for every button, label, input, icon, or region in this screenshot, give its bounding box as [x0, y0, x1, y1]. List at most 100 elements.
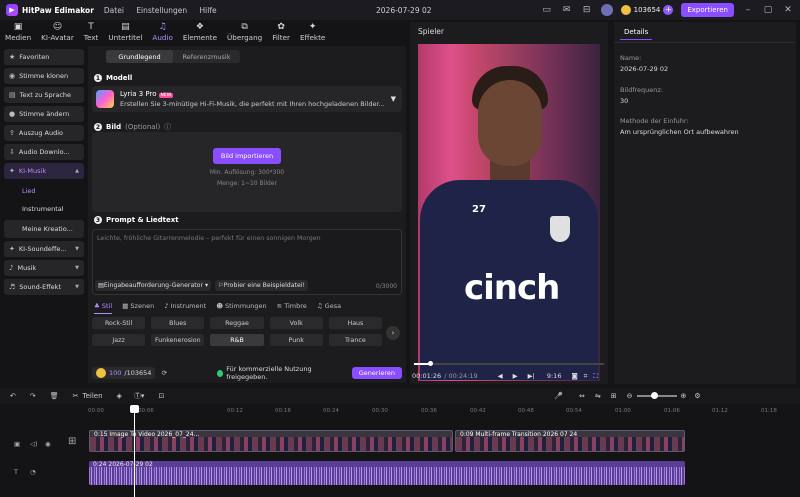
sidebar-item-tts[interactable]: ▤ Text zu Sprache — [4, 87, 84, 103]
cat-style[interactable]: ♣ Stil — [94, 302, 113, 314]
play-icon[interactable]: ▶ — [513, 372, 518, 380]
example-button[interactable]: ⚐Probier eine Beispieldatei! — [215, 280, 308, 291]
zoom-out-icon[interactable]: ⊖ — [627, 392, 633, 400]
video-clip[interactable]: 0:09 Multi-frame Transition 2026 07 24 — [455, 430, 685, 452]
link-icon[interactable]: ⇋ — [595, 392, 601, 400]
sidebar-item-music[interactable]: ♪ Musik ▼ — [4, 260, 84, 276]
tag-button[interactable]: Punk — [269, 334, 323, 346]
prompt-input[interactable]: Leichte, fröhliche Gitarrenmelodie – per… — [92, 229, 402, 295]
refresh-icon[interactable]: ⟳ — [161, 369, 166, 377]
split-icon[interactable]: ✂ — [73, 392, 79, 400]
sidebar-item-sound-effect[interactable]: ♬ Sound-Effekt ▼ — [4, 279, 84, 295]
tool-text[interactable]: T Text — [79, 20, 104, 44]
cat-scenes[interactable]: ▦ Szenen — [122, 302, 154, 314]
generate-button[interactable]: Generieren — [351, 367, 402, 379]
avatar[interactable] — [600, 4, 613, 16]
undo-icon[interactable]: ↶ — [10, 392, 16, 400]
maximize-icon[interactable]: ▢ — [762, 4, 774, 16]
split-button[interactable]: Teilen — [83, 392, 103, 400]
redo-icon[interactable]: ↷ — [30, 392, 36, 400]
feedback-icon[interactable]: ✉ — [561, 4, 573, 16]
tool-effects[interactable]: ✦ Effekte — [295, 20, 330, 44]
tab-details[interactable]: Details — [620, 25, 653, 40]
mute-icon[interactable]: ◁) — [30, 440, 38, 448]
tag-button[interactable]: Trance — [328, 334, 382, 346]
cat-moods[interactable]: ☻ Stimmungen — [216, 302, 266, 314]
audio-clip[interactable]: 0:24 2026-07-29 02 — [89, 461, 685, 485]
crop-icon[interactable]: ⌗ — [584, 372, 588, 381]
image-drop-zone[interactable]: Bild importieren Min. Auflösung: 300*300… — [92, 132, 402, 212]
sidebar-sub-instrumental[interactable]: Instrumental — [4, 200, 84, 218]
next-frame-icon[interactable]: ▶| — [528, 372, 535, 380]
video-clip[interactable]: 0:15 Image To Video 2026_07_24... — [89, 430, 453, 452]
tool-subtitle[interactable]: ▤ Untertitel — [103, 20, 147, 44]
timeline-ruler[interactable]: 00:00 00:06 00:12 00:18 00:24 00:30 00:3… — [88, 406, 800, 418]
tab-basic[interactable]: Grundlegend — [106, 50, 173, 63]
aspect-ratio-select[interactable]: 9:16 — [547, 372, 562, 380]
tag-button[interactable]: Reggae — [210, 317, 264, 329]
eye-icon[interactable]: ◉ — [45, 440, 51, 448]
monitor-icon[interactable]: ▭ — [541, 4, 553, 16]
tab-reference-music[interactable]: Referenzmusik — [173, 50, 240, 63]
model-selector[interactable]: Lyria 3 Pro NEW Erstellen Sie 3-minütige … — [92, 86, 402, 112]
chevron-right-icon[interactable]: › — [386, 326, 400, 340]
cat-instrument[interactable]: ♪ Instrument — [164, 302, 206, 314]
sidebar-item-extract-audio[interactable]: ⇪ Auszug Audio — [4, 125, 84, 141]
import-image-button[interactable]: Bild importieren — [212, 148, 282, 164]
tool-media[interactable]: ▣ Medien — [0, 20, 36, 44]
mask-icon[interactable]: ◈ — [117, 392, 122, 400]
tag-button[interactable]: Jazz — [92, 334, 146, 346]
snap-icon[interactable]: ⇔ — [579, 392, 585, 400]
sidebar-item-voice-clone[interactable]: ◉ Stimme klonen — [4, 68, 84, 84]
zoom-slider[interactable] — [636, 392, 677, 399]
text-tool-icon[interactable]: Ⓣ▾ — [134, 391, 145, 401]
sidebar-my-creations[interactable]: Meine Kreatio... — [4, 220, 84, 238]
tag-button[interactable]: Funkenerosion — [151, 334, 205, 346]
cat-vocals[interactable]: ♫ Gesa — [317, 302, 341, 314]
chevron-down-icon[interactable]: ▼ — [391, 95, 396, 103]
cat-timbre[interactable]: ≋ Timbre — [277, 302, 307, 314]
crop-tool-icon[interactable]: ⊡ — [158, 392, 164, 400]
mic-icon[interactable]: 🎤 — [554, 392, 563, 400]
fullscreen-icon[interactable]: ⛶ — [593, 372, 598, 381]
tag-button[interactable]: Haus — [328, 317, 382, 329]
zoom-handle[interactable] — [650, 392, 658, 399]
lock-icon[interactable]: ◔ — [30, 468, 36, 476]
tool-ai-avatar[interactable]: ☺ KI-Avatar — [36, 20, 79, 44]
playhead-handle[interactable] — [130, 405, 139, 413]
export-button[interactable]: Exportieren — [681, 3, 734, 17]
playhead[interactable] — [134, 406, 135, 497]
sidebar-item-ai-music[interactable]: ✦ KI-Musik ▲ — [4, 163, 84, 179]
tag-button[interactable]: Blues — [151, 317, 205, 329]
menu-settings[interactable]: Einstellungen — [136, 6, 187, 15]
close-icon[interactable]: ✕ — [782, 4, 794, 16]
cart-icon[interactable]: ⊟ — [581, 4, 593, 16]
video-preview[interactable]: 27 cinch — [418, 44, 600, 381]
prev-frame-icon[interactable]: ◀ — [498, 372, 503, 380]
sidebar-item-voice-change[interactable]: ● Stimme ändern — [4, 106, 84, 122]
add-media-icon[interactable]: ⊞ — [68, 436, 76, 447]
scrubber-handle[interactable] — [428, 361, 433, 366]
prompt-generator-button[interactable]: ▤Eingabeaufforderung-Generator ▾ — [95, 280, 212, 291]
playback-scrubber[interactable] — [414, 361, 604, 366]
tool-filter[interactable]: ✿ Filter — [267, 20, 295, 44]
tag-button[interactable]: R&B — [210, 334, 264, 346]
snapshot-icon[interactable]: ◙ — [571, 372, 577, 380]
tool-elements[interactable]: ❖ Elemente — [178, 20, 222, 44]
menu-help[interactable]: Hilfe — [200, 6, 217, 15]
delete-icon[interactable]: 🗑 — [50, 392, 59, 400]
tool-audio[interactable]: ♫ Audio — [147, 20, 177, 44]
add-credits-button[interactable]: + — [663, 5, 674, 15]
tag-button[interactable]: Rock-Stil — [92, 317, 146, 329]
tag-button[interactable]: Volk — [269, 317, 323, 329]
menu-file[interactable]: Datei — [104, 6, 124, 15]
zoom-in-icon[interactable]: ⊕ — [681, 392, 687, 400]
tool-transition[interactable]: ⧉ Übergang — [222, 20, 267, 44]
info-icon[interactable]: ⓘ — [164, 122, 171, 132]
minimize-icon[interactable]: – — [742, 4, 754, 16]
timeline-settings-icon[interactable]: ⚙ — [694, 392, 700, 400]
sidebar-sub-song[interactable]: Lied — [4, 182, 84, 200]
sidebar-item-favorites[interactable]: ★ Favoriten — [4, 49, 84, 65]
sidebar-item-audio-download[interactable]: ⇩ Audio Downlo... — [4, 144, 84, 160]
fit-icon[interactable]: ⊞ — [611, 392, 617, 400]
